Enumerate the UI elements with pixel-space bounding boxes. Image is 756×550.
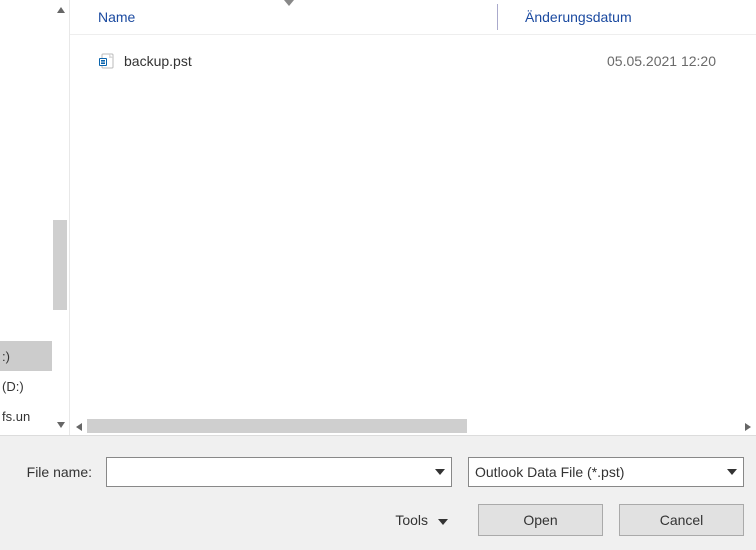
h-scrollbar-track[interactable] bbox=[87, 418, 739, 435]
nav-item[interactable]: (D:) bbox=[0, 371, 52, 401]
caret-down-icon bbox=[438, 512, 448, 528]
scroll-left-icon[interactable] bbox=[70, 418, 87, 435]
file-row[interactable]: backup.pst 05.05.2021 12:20 bbox=[98, 47, 756, 75]
nav-item[interactable]: :) bbox=[0, 341, 52, 371]
h-scrollbar-thumb[interactable] bbox=[87, 419, 467, 433]
file-date: 05.05.2021 12:20 bbox=[607, 53, 716, 69]
open-button[interactable]: Open bbox=[478, 504, 603, 536]
outlook-file-icon bbox=[98, 53, 114, 69]
scrollbar-thumb[interactable] bbox=[53, 220, 67, 310]
scroll-up-icon[interactable] bbox=[52, 0, 69, 20]
file-type-select[interactable]: Outlook Data File (*.pst) bbox=[468, 457, 744, 487]
cancel-button[interactable]: Cancel bbox=[619, 504, 744, 536]
scrollbar-track[interactable] bbox=[52, 20, 69, 415]
tools-label: Tools bbox=[395, 512, 428, 528]
nav-tree[interactable]: :)(D:)fs.un bbox=[0, 0, 52, 435]
file-list[interactable]: backup.pst 05.05.2021 12:20 bbox=[70, 35, 756, 418]
sort-indicator-icon bbox=[284, 0, 294, 9]
scroll-right-icon[interactable] bbox=[739, 418, 756, 435]
scroll-down-icon[interactable] bbox=[52, 415, 69, 435]
column-headers: Name Änderungsdatum bbox=[70, 0, 756, 35]
column-date[interactable]: Änderungsdatum bbox=[497, 0, 660, 34]
file-type-value: Outlook Data File (*.pst) bbox=[475, 464, 624, 480]
tools-menu[interactable]: Tools bbox=[389, 508, 454, 532]
chevron-down-icon bbox=[727, 467, 737, 478]
file-name-label: File name: bbox=[12, 464, 92, 480]
file-name: backup.pst bbox=[124, 53, 192, 69]
file-name-input[interactable] bbox=[106, 457, 452, 487]
nav-scrollbar[interactable] bbox=[52, 0, 69, 435]
chevron-down-icon bbox=[435, 467, 445, 478]
nav-item[interactable]: fs.un bbox=[0, 401, 52, 431]
dialog-footer: File name: Outlook Data File (*.pst) Too… bbox=[0, 435, 756, 550]
horizontal-scrollbar[interactable] bbox=[70, 418, 756, 435]
